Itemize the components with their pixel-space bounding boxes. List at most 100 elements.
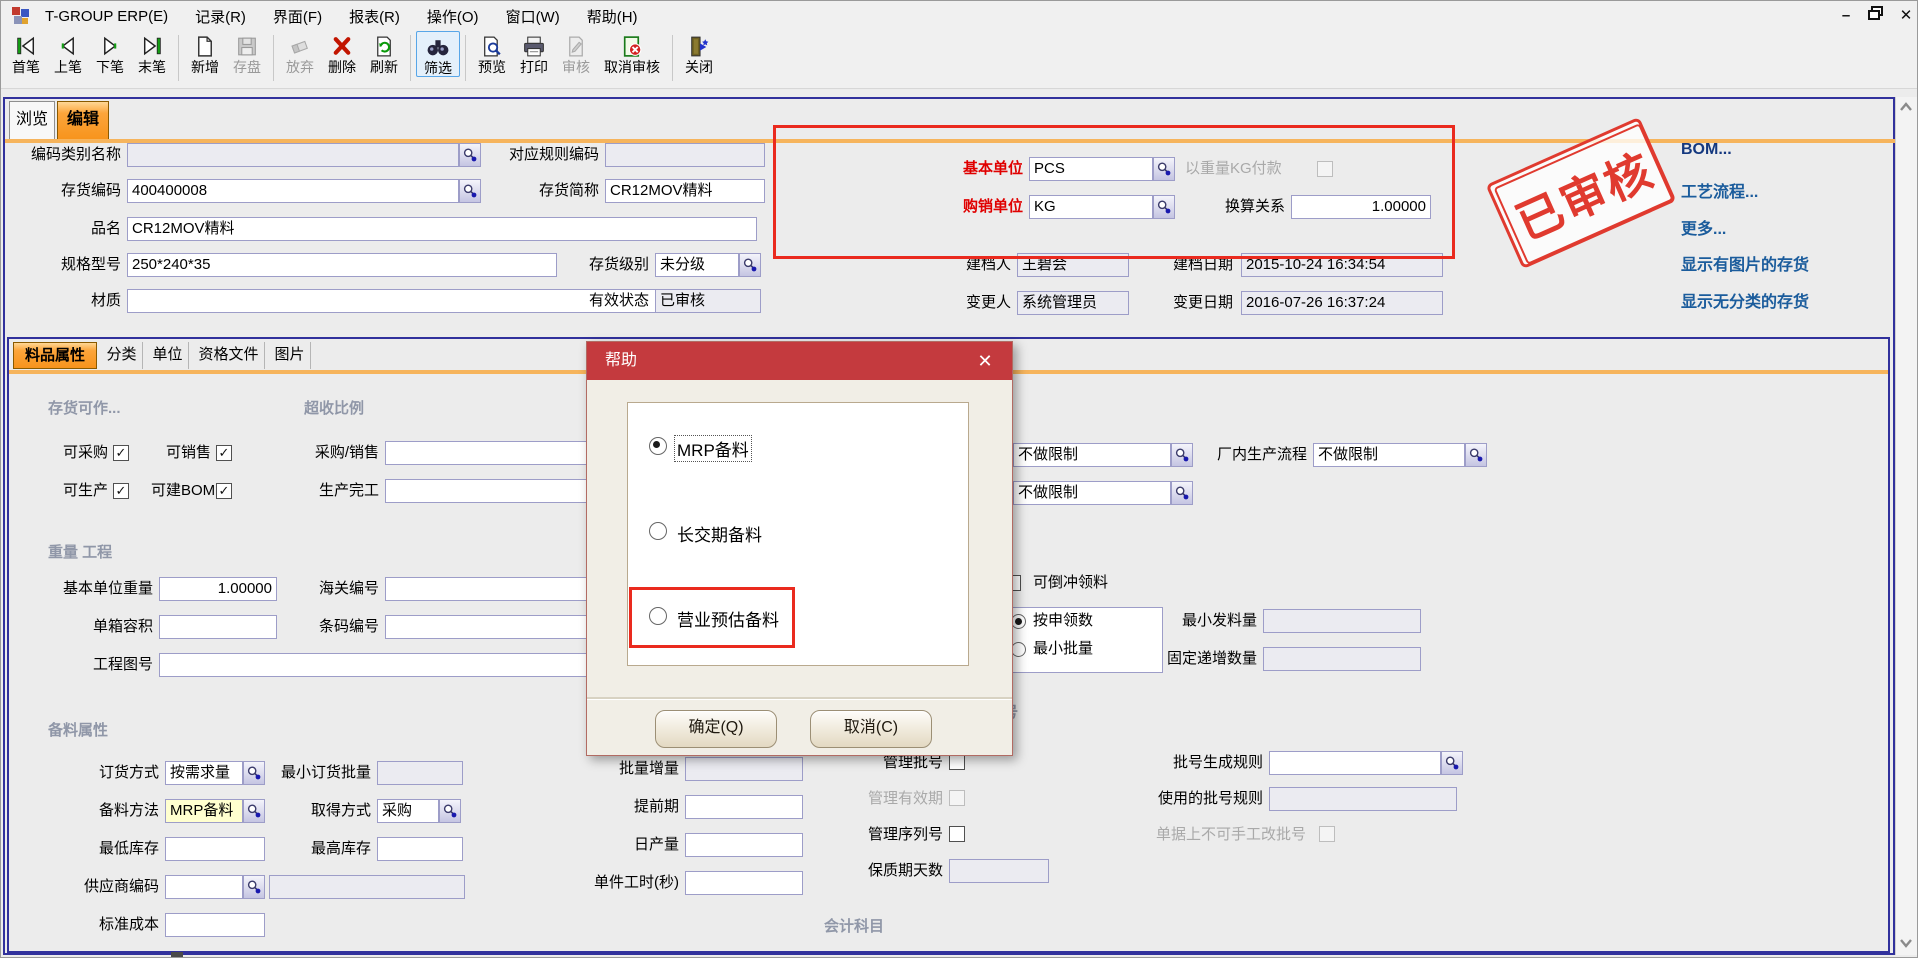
toolbar-last-button[interactable]: 末笔 (131, 31, 173, 75)
drawing-no-field[interactable] (159, 653, 601, 677)
toolbar-cancel-audit-button[interactable]: 取消审核 (597, 31, 667, 75)
purchasable-checkbox[interactable] (113, 445, 129, 461)
item-code-field[interactable]: 400400008 (127, 179, 459, 203)
link-show-items-with-images[interactable]: 显示有图片的存货 (1681, 251, 1809, 275)
toolbar-audit-button[interactable]: 审核 (555, 31, 597, 75)
purchase-sales-ratio-field[interactable] (385, 441, 601, 465)
production-ratio-field[interactable] (385, 479, 601, 503)
menu-report[interactable]: 报表(R) (349, 6, 400, 27)
tab-units[interactable]: 单位 (147, 342, 189, 369)
toolbar-filter-button[interactable]: 筛选 (416, 31, 460, 77)
dialog-close-icon[interactable]: ✕ (970, 342, 1000, 380)
lead-time-field[interactable] (685, 795, 803, 819)
mrp-prep-label[interactable]: MRP备料 (675, 436, 751, 461)
tab-qualification-files[interactable]: 资格文件 (193, 342, 265, 369)
lookup-button[interactable] (1171, 443, 1193, 467)
tab-classification[interactable]: 分类 (101, 342, 143, 369)
dialog-ok-button[interactable]: 确定(Q) (655, 710, 777, 748)
tab-images[interactable]: 图片 (269, 342, 311, 369)
item-name-field[interactable]: CR12MOV精料 (127, 217, 757, 241)
unit-weight-field[interactable]: 1.00000 (159, 577, 277, 601)
toolbar-print-button[interactable]: 打印 (513, 31, 555, 75)
max-stock-field[interactable] (377, 837, 463, 861)
tab-edit[interactable]: 编辑 (57, 101, 109, 139)
scroll-up-icon[interactable] (1899, 101, 1913, 115)
link-bom[interactable]: BOM... (1681, 141, 1732, 159)
menu-record[interactable]: 记录(R) (195, 6, 246, 27)
mrp-prep-radio[interactable] (649, 437, 667, 455)
spec-field[interactable]: 250*240*35 (127, 253, 557, 277)
unit-hours-field[interactable] (685, 871, 803, 895)
menu-interface[interactable]: 界面(F) (273, 6, 322, 27)
lookup-button[interactable] (243, 875, 265, 899)
prep-method-field[interactable]: MRP备料 (165, 799, 243, 823)
bom-allowed-checkbox[interactable] (216, 483, 232, 499)
box-volume-field[interactable] (159, 615, 277, 639)
supplier-code-field[interactable] (165, 875, 243, 899)
min-stock-field[interactable] (165, 837, 265, 861)
manage-validity-checkbox[interactable] (949, 790, 965, 806)
batch-rule-field[interactable] (1269, 751, 1441, 775)
daily-output-field[interactable] (685, 833, 803, 857)
dialog-title[interactable]: 帮助 (587, 342, 1012, 380)
lookup-button[interactable] (739, 253, 761, 277)
no-manual-batch-checkbox[interactable] (1319, 826, 1335, 842)
menu-window[interactable]: 窗口(W) (506, 6, 560, 27)
lookup-button[interactable] (1441, 751, 1463, 775)
barcode-field[interactable] (385, 615, 601, 639)
close-window-icon[interactable]: ✕ (1893, 5, 1918, 27)
manage-serial-checkbox[interactable] (949, 826, 965, 842)
factory-flow-field[interactable]: 不做限制 (1313, 443, 1465, 467)
toolbar-delete-button[interactable]: 删除 (321, 31, 363, 75)
lookup-button[interactable] (1465, 443, 1487, 467)
menu-tgroup-erp[interactable]: T-GROUP ERP(E) (45, 8, 168, 25)
tab-item-attributes[interactable]: 料品属性 (13, 342, 97, 369)
customs-code-field[interactable] (385, 577, 601, 601)
coding-category-field[interactable] (127, 143, 459, 167)
link-show-unclassified-items[interactable]: 显示无分类的存货 (1681, 288, 1809, 312)
dialog-cancel-button[interactable]: 取消(C) (810, 710, 932, 748)
toolbar-save-button[interactable]: 存盘 (226, 31, 268, 75)
lookup-button[interactable] (459, 179, 481, 203)
link-process-flow[interactable]: 工艺流程... (1681, 178, 1758, 202)
scroll-down-icon[interactable] (1899, 937, 1913, 951)
lookup-button[interactable] (1171, 481, 1193, 505)
toolbar-prev-button[interactable]: 上笔 (47, 31, 89, 75)
lookup-button[interactable] (243, 799, 265, 823)
menu-operation[interactable]: 操作(O) (427, 6, 479, 27)
toolbar-preview-button[interactable]: 预览 (471, 31, 513, 75)
toolbar-first-button[interactable]: 首笔 (5, 31, 47, 75)
minimize-button[interactable]: – (1833, 5, 1859, 27)
producible-checkbox[interactable] (113, 483, 129, 499)
sellable-checkbox[interactable] (216, 445, 232, 461)
barcode-label: 条码编号 (301, 615, 379, 639)
acquire-mode-field[interactable]: 采购 (377, 799, 439, 823)
long-leadtime-prep-radio[interactable] (649, 522, 667, 540)
issue-by-request-radio[interactable] (1011, 614, 1026, 629)
rule-code-field[interactable] (605, 143, 765, 167)
restriction-field-1[interactable]: 不做限制 (1013, 443, 1171, 467)
toolbar-next-button[interactable]: 下笔 (89, 31, 131, 75)
order-mode-field[interactable]: 按需求量 (165, 761, 243, 785)
long-leadtime-prep-label[interactable]: 长交期备料 (677, 521, 762, 546)
vertical-scrollbar[interactable] (1895, 97, 1917, 955)
link-more[interactable]: 更多... (1681, 215, 1726, 239)
toolbar-add-button[interactable]: 新增 (184, 31, 226, 75)
item-level-field[interactable]: 未分级 (655, 253, 739, 277)
toolbar-close-button[interactable]: 关闭 (678, 31, 720, 75)
restriction-field-2[interactable]: 不做限制 (1013, 481, 1171, 505)
std-cost-field[interactable] (165, 913, 265, 937)
item-abbr-field[interactable]: CR12MOV精料 (605, 179, 765, 203)
menu-help[interactable]: 帮助(H) (587, 6, 638, 27)
toolbar-refresh-button[interactable]: 刷新 (363, 31, 405, 75)
min-batch-radio[interactable] (1011, 642, 1026, 657)
restore-icon[interactable] (1863, 5, 1889, 27)
tab-browse[interactable]: 浏览 (9, 101, 55, 139)
lookup-button[interactable] (439, 799, 461, 823)
lookup-button[interactable] (459, 143, 481, 167)
box-volume-label: 单箱容积 (53, 615, 153, 639)
lookup-button[interactable] (243, 761, 265, 785)
shelf-days-field[interactable] (949, 859, 1049, 883)
manage-batch-checkbox[interactable] (949, 754, 965, 770)
toolbar-discard-button[interactable]: 放弃 (279, 31, 321, 75)
